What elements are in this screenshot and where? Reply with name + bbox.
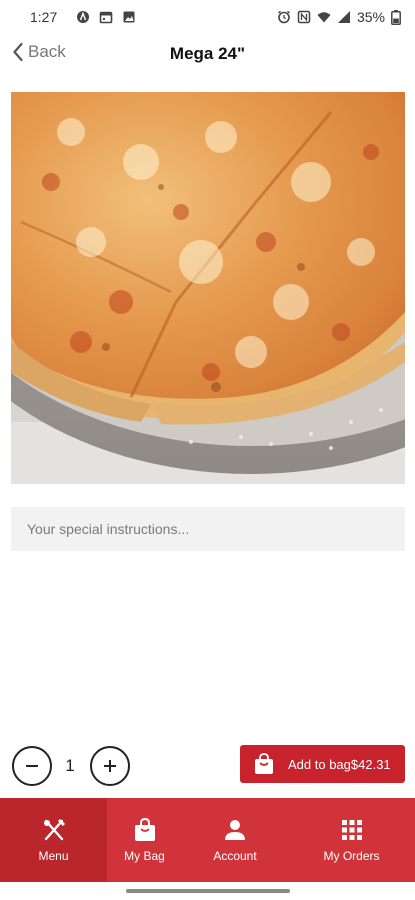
calendar-icon bbox=[99, 11, 113, 24]
chevron-left-icon bbox=[13, 42, 23, 62]
status-bar: 1:27 35% bbox=[0, 0, 415, 34]
special-instructions-input[interactable] bbox=[11, 507, 405, 551]
battery-percent: 35% bbox=[356, 9, 385, 25]
person-icon bbox=[225, 820, 245, 840]
home-indicator[interactable] bbox=[126, 889, 290, 893]
wifi-icon bbox=[317, 12, 331, 23]
minus-icon bbox=[26, 765, 38, 767]
nav-my-bag[interactable]: My Bag bbox=[107, 798, 182, 882]
signal-icon bbox=[337, 11, 350, 23]
quantity-row: 1 Add to bag$42.31 bbox=[0, 744, 415, 788]
battery-icon bbox=[391, 9, 401, 25]
bag-icon bbox=[134, 818, 155, 841]
page-title: Mega 24" bbox=[169, 44, 246, 63]
nav-account[interactable]: Account bbox=[182, 798, 288, 882]
increase-quantity-button[interactable] bbox=[90, 746, 130, 786]
pizza-photo bbox=[11, 92, 405, 484]
back-label: Back bbox=[28, 42, 66, 61]
photo-icon bbox=[123, 11, 135, 23]
nav-account-label: Account bbox=[213, 849, 257, 863]
nfc-icon bbox=[297, 10, 311, 24]
add-to-bag-button[interactable]: Add to bag$42.31 bbox=[240, 745, 405, 783]
alarm-icon bbox=[278, 10, 290, 24]
product-image bbox=[11, 92, 405, 484]
add-to-bag-label: Add to bag bbox=[288, 756, 351, 772]
grid-icon bbox=[341, 820, 362, 840]
price: $42.31 bbox=[350, 756, 391, 772]
top-app-bar: Back Mega 24" bbox=[0, 34, 415, 74]
plus-icon bbox=[104, 760, 116, 772]
status-time: 1:27 bbox=[30, 9, 58, 25]
nav-my-orders[interactable]: My Orders bbox=[288, 798, 415, 882]
assistant-icon bbox=[77, 11, 90, 23]
nav-menu[interactable]: Menu bbox=[0, 798, 107, 882]
nav-my-bag-label: My Bag bbox=[124, 849, 165, 863]
nav-my-orders-label: My Orders bbox=[323, 849, 380, 863]
decrease-quantity-button[interactable] bbox=[12, 746, 52, 786]
quantity-value: 1 bbox=[65, 756, 75, 775]
bag-icon bbox=[255, 753, 273, 774]
nav-menu-label: Menu bbox=[38, 849, 69, 863]
fork-knife-icon bbox=[43, 818, 65, 841]
back-button[interactable]: Back bbox=[12, 42, 66, 62]
bottom-navigation: Menu My Bag Account My Orders bbox=[0, 798, 415, 882]
